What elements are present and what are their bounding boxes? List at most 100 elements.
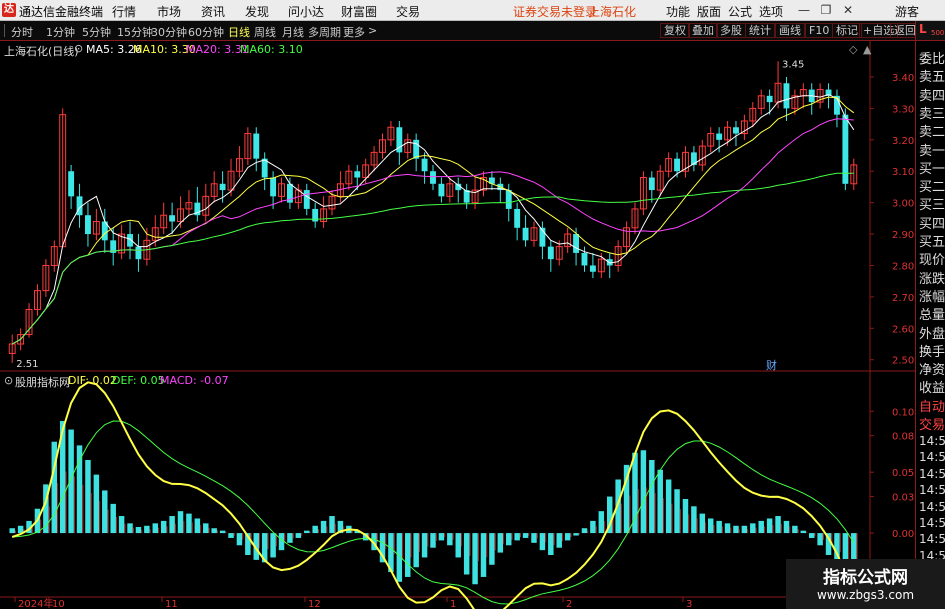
macd-bar-negative	[497, 533, 504, 553]
macd-bar-negative	[522, 533, 529, 538]
quote-field-label: 涨幅	[919, 289, 945, 305]
multi-stock-button[interactable]: 多股	[716, 23, 746, 38]
adjust-button[interactable]: 复权	[660, 23, 690, 38]
period-tab-30min[interactable]: 30分钟	[151, 24, 187, 40]
period-tab-intraday[interactable]: 分时	[11, 24, 33, 40]
quote-field-label: 总量	[919, 308, 945, 324]
close-icon[interactable]: ✕	[840, 2, 856, 18]
chevron-right-icon[interactable]: >	[368, 24, 377, 37]
f10-button[interactable]: F10	[805, 23, 834, 38]
candle-body-down	[573, 234, 580, 253]
period-tab-60min[interactable]: 60分钟	[188, 24, 224, 40]
macd-bar-positive	[750, 523, 756, 534]
menu-news[interactable]: 资讯	[201, 3, 225, 20]
candle-body-down	[783, 83, 790, 109]
macd-bar-positive	[312, 525, 318, 534]
quote-field-label: 收益	[919, 381, 945, 397]
low-price-label: 2.51	[16, 359, 38, 370]
level-letter: L	[919, 22, 927, 36]
macd-bar-positive	[699, 513, 706, 534]
watermark-url: www.zbgs3.com	[816, 588, 915, 602]
trade-time: 14:56	[919, 466, 945, 481]
macd-y-tick-label: 0.10	[892, 407, 914, 418]
macd-bar-positive	[152, 523, 159, 534]
macd-bar-negative	[438, 533, 445, 541]
candle-body-down	[733, 127, 739, 134]
period-tab-weekly[interactable]: 周线	[254, 24, 276, 40]
period-tab-5min[interactable]: 5分钟	[82, 24, 111, 40]
macd-bar-positive	[85, 460, 91, 534]
trade-login-notice[interactable]: 证券交易未登录	[513, 3, 597, 20]
statistics-button[interactable]: 统计	[745, 23, 775, 38]
macd-y-tick-label: 0.05	[892, 468, 914, 479]
quote-field-label: 买五	[919, 235, 945, 250]
macd-label: MACD: -0.07	[160, 374, 229, 387]
collapse-icon[interactable]: ⊙	[74, 42, 83, 55]
candle-body-down	[522, 227, 529, 241]
candle-body-down	[716, 133, 723, 140]
guest-label[interactable]: 游客	[895, 3, 919, 20]
y-tick-label: 3.10	[892, 167, 914, 178]
menu-discover[interactable]: 发现	[245, 3, 269, 20]
candle-body-down	[581, 252, 588, 266]
macd-bar-negative	[548, 533, 554, 556]
candlestick-series	[8, 61, 858, 363]
chart-area[interactable]: 0.10 0.08 0.05 0.03 0.00 3.40 3.30 3.20 3.10 3.0…	[0, 41, 915, 609]
macd-bar-negative	[573, 533, 579, 536]
overlay-button[interactable]: 叠加	[688, 23, 718, 38]
period-tab-daily[interactable]: 日线	[228, 24, 250, 40]
y-tick-label: 3.40	[892, 73, 914, 84]
candle-body-down	[354, 171, 361, 178]
period-toolbar: 分时 1分钟 5分钟 15分钟 30分钟 60分钟 日线 周线 月线 多周期 更…	[0, 21, 945, 41]
chart-canvas[interactable]: 0.10 0.08 0.05 0.03 0.00 3.40 3.30 3.20 3.10 3.0…	[0, 41, 915, 609]
macd-bar-positive	[320, 520, 327, 534]
macd-bar-negative	[531, 533, 537, 543]
candle-body-down	[438, 183, 445, 197]
menu-market[interactable]: 市场	[157, 3, 181, 20]
menu-wealth[interactable]: 财富圈	[341, 3, 377, 20]
mark-button[interactable]: 标记	[832, 23, 862, 38]
macd-bar-positive	[733, 525, 739, 534]
period-tab-1min[interactable]: 1分钟	[46, 24, 75, 40]
period-tab-15min[interactable]: 15分钟	[117, 24, 153, 40]
draw-line-button[interactable]: 画线	[775, 23, 805, 38]
macd-bar-positive	[682, 498, 689, 534]
menu-trade[interactable]: 交易	[396, 3, 420, 20]
menu-quotes[interactable]: 行情	[112, 3, 136, 20]
macd-bar-positive	[800, 530, 807, 534]
macd-y-tick-label: 0.00	[892, 529, 914, 540]
level-badge: L 500	[916, 21, 945, 41]
restore-icon[interactable]: ❐	[818, 2, 834, 18]
candle-body-down	[674, 158, 681, 172]
quote-field-label: 委比	[919, 52, 945, 67]
macd-bar-positive	[68, 429, 74, 534]
y-tick-label: 2.80	[892, 261, 914, 272]
settings-diamond-icon[interactable]: ◇	[849, 43, 857, 56]
macd-bar-positive	[724, 523, 731, 534]
x-axis-label: 2	[566, 599, 572, 609]
menu-options[interactable]: 选项	[759, 3, 783, 20]
macd-bar-positive	[716, 520, 722, 534]
period-tab-monthly[interactable]: 月线	[282, 24, 304, 40]
candle-body-down	[505, 190, 512, 209]
scroll-up-icon[interactable]: ▲	[863, 43, 871, 56]
minimize-icon[interactable]: —	[796, 2, 812, 18]
indicator-toggle-icon[interactable]: ⊙	[4, 374, 13, 387]
menu-layout[interactable]: 版面	[697, 3, 721, 20]
x-axis-label: 10	[52, 599, 65, 609]
macd-bar-negative	[413, 533, 419, 568]
macd-bar-positive	[211, 528, 217, 534]
quote-field-label: 净资	[919, 363, 945, 379]
period-tab-multi[interactable]: 多周期	[308, 24, 341, 40]
quote-field-label: 交易	[919, 418, 945, 433]
period-tab-more[interactable]: 更多	[343, 24, 365, 40]
menu-ask[interactable]: 问小达	[288, 3, 324, 20]
macd-bar-positive	[640, 450, 647, 534]
high-price-label: 3.45	[782, 59, 804, 70]
menu-formula[interactable]: 公式	[728, 3, 752, 20]
macd-bar-negative	[564, 533, 571, 541]
macd-bar-positive	[598, 511, 605, 534]
menu-bar: 达 通达信金融终端 行情 市场 资讯 发现 问小达 财富圈 交易 证券交易未登录…	[0, 0, 945, 21]
menu-function[interactable]: 功能	[666, 3, 690, 20]
quote-field-label: 卖三	[919, 106, 945, 122]
